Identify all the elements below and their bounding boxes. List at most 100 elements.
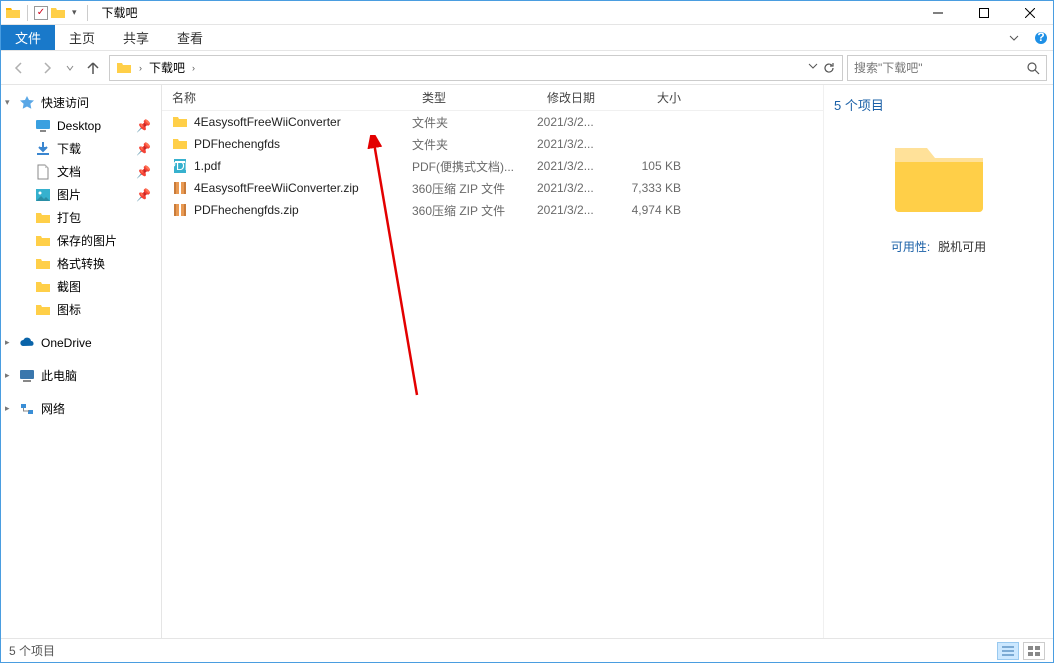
folder-icon xyxy=(5,5,21,21)
sidebar-item-folder[interactable]: 打包 xyxy=(1,206,161,229)
folder-icon xyxy=(172,114,188,130)
qat-dropdown-icon[interactable]: ▾ xyxy=(68,7,81,18)
search-placeholder: 搜索"下载吧" xyxy=(854,59,923,76)
sidebar-item-pictures[interactable]: 图片 📌 xyxy=(1,183,161,206)
tab-home[interactable]: 主页 xyxy=(55,25,109,50)
zip-icon xyxy=(172,202,188,218)
sidebar-network[interactable]: ▸ 网络 xyxy=(1,397,161,420)
help-icon[interactable]: ? xyxy=(1029,25,1053,50)
breadcrumb-segment[interactable]: 下载吧 xyxy=(145,59,189,76)
title-bar: ✓ ▾ 下载吧 xyxy=(1,1,1053,25)
maximize-button[interactable] xyxy=(961,1,1007,25)
sidebar-item-folder[interactable]: 格式转换 xyxy=(1,252,161,275)
column-header-name[interactable]: 名称 xyxy=(162,89,412,106)
chevron-right-icon[interactable]: ▸ xyxy=(5,403,10,414)
sidebar-item-folder[interactable]: 截图 xyxy=(1,275,161,298)
file-row[interactable]: 4EasysoftFreeWiiConverter.zip 360压缩 ZIP 文… xyxy=(162,177,823,199)
folder-icon xyxy=(35,233,51,249)
refresh-icon[interactable] xyxy=(822,61,836,75)
quick-access-toolbar: ✓ ▾ xyxy=(1,5,92,21)
tab-view[interactable]: 查看 xyxy=(163,25,217,50)
column-header-size[interactable]: 大小 xyxy=(617,89,697,106)
sidebar-item-label: 文档 xyxy=(57,163,81,180)
zip-icon xyxy=(172,180,188,196)
address-bar[interactable]: › 下载吧 › xyxy=(109,55,843,81)
file-date: 2021/3/2... xyxy=(537,181,617,195)
document-icon xyxy=(35,164,51,180)
sidebar-item-desktop[interactable]: Desktop 📌 xyxy=(1,114,161,137)
folder-large-icon xyxy=(891,138,987,214)
desktop-icon xyxy=(35,118,51,134)
chevron-right-icon[interactable]: › xyxy=(189,63,198,73)
main-area: 名称 类型 修改日期 大小 4EasysoftFreeWiiConverter 文… xyxy=(162,85,1053,638)
expand-ribbon-icon[interactable] xyxy=(999,25,1029,50)
minimize-button[interactable] xyxy=(915,1,961,25)
availability-label: 可用性: xyxy=(891,238,930,255)
pdf-icon: PDF xyxy=(172,158,188,174)
qat-check-icon[interactable]: ✓ xyxy=(34,6,48,20)
sidebar-item-label: Desktop xyxy=(57,119,101,133)
file-date: 2021/3/2... xyxy=(537,115,617,129)
chevron-right-icon[interactable]: ▸ xyxy=(5,337,10,348)
sidebar-item-folder[interactable]: 保存的图片 xyxy=(1,229,161,252)
file-name: 4EasysoftFreeWiiConverter xyxy=(194,115,341,129)
file-row[interactable]: PDFhechengfds.zip360压缩 ZIP 文件2021/3/2...… xyxy=(162,199,823,221)
folder-icon xyxy=(35,302,51,318)
folder-icon xyxy=(172,136,188,152)
up-button[interactable] xyxy=(81,56,105,80)
file-date: 2021/3/2... xyxy=(537,203,617,217)
address-dropdown-icon[interactable] xyxy=(808,61,818,75)
ribbon: 文件 主页 共享 查看 ? xyxy=(1,25,1053,51)
picture-icon xyxy=(35,187,51,203)
column-header-type[interactable]: 类型 xyxy=(412,89,537,106)
tab-share[interactable]: 共享 xyxy=(109,25,163,50)
search-icon[interactable] xyxy=(1026,61,1040,75)
file-name: 4EasysoftFreeWiiConverter.zip xyxy=(194,181,359,195)
forward-button[interactable] xyxy=(35,56,59,80)
file-type: 文件夹 xyxy=(412,114,537,131)
file-list[interactable]: 名称 类型 修改日期 大小 4EasysoftFreeWiiConverter 文… xyxy=(162,85,823,638)
chevron-down-icon[interactable]: ▾ xyxy=(5,97,10,108)
sidebar-item-documents[interactable]: 文档 📌 xyxy=(1,160,161,183)
status-bar: 5 个项目 xyxy=(1,638,1053,662)
close-button[interactable] xyxy=(1007,1,1053,25)
sidebar-this-pc[interactable]: ▸ 此电脑 xyxy=(1,364,161,387)
view-icons-button[interactable] xyxy=(1023,642,1045,660)
sidebar-label: 网络 xyxy=(41,400,65,417)
window-controls xyxy=(915,1,1053,25)
chevron-right-icon[interactable]: ▸ xyxy=(5,370,10,381)
network-icon xyxy=(19,401,35,417)
file-size: 4,974 KB xyxy=(617,203,697,217)
file-type: 文件夹 xyxy=(412,136,537,153)
address-root-icon[interactable] xyxy=(112,60,136,76)
view-details-button[interactable] xyxy=(997,642,1019,660)
sidebar-item-downloads[interactable]: 下载 📌 xyxy=(1,137,161,160)
sidebar-item-folder[interactable]: 图标 xyxy=(1,298,161,321)
sidebar-item-label: 图片 xyxy=(57,186,81,203)
sidebar-quick-access[interactable]: ▾ 快速访问 xyxy=(1,91,161,114)
file-row[interactable]: PDF1.pdfPDF(便携式文档)...2021/3/2...105 KB xyxy=(162,155,823,177)
file-row[interactable]: PDFhechengfds文件夹2021/3/2... xyxy=(162,133,823,155)
search-input[interactable]: 搜索"下载吧" xyxy=(847,55,1047,81)
column-header-date[interactable]: 修改日期 xyxy=(537,89,617,106)
file-tab[interactable]: 文件 xyxy=(1,25,55,50)
sidebar-item-label: 截图 xyxy=(57,278,81,295)
sidebar-onedrive[interactable]: ▸ OneDrive xyxy=(1,331,161,354)
sidebar-item-label: 下载 xyxy=(57,140,81,157)
star-icon xyxy=(19,95,35,111)
availability-value: 脱机可用 xyxy=(938,238,986,255)
history-dropdown-icon[interactable] xyxy=(63,56,77,80)
folder-icon xyxy=(35,210,51,226)
file-date: 2021/3/2... xyxy=(537,159,617,173)
separator xyxy=(87,5,88,21)
chevron-right-icon[interactable]: › xyxy=(136,63,145,73)
sidebar-item-label: 保存的图片 xyxy=(57,232,117,249)
sidebar-label: 快速访问 xyxy=(41,94,89,111)
file-row[interactable]: 4EasysoftFreeWiiConverter 文件夹2021/3/2... xyxy=(162,111,823,133)
back-button[interactable] xyxy=(7,56,31,80)
pin-icon: 📌 xyxy=(136,142,151,156)
file-name: PDFhechengfds xyxy=(194,137,280,151)
file-type: 360压缩 ZIP 文件 xyxy=(412,180,537,197)
file-name: PDFhechengfds.zip xyxy=(194,203,299,217)
folder-icon xyxy=(35,279,51,295)
